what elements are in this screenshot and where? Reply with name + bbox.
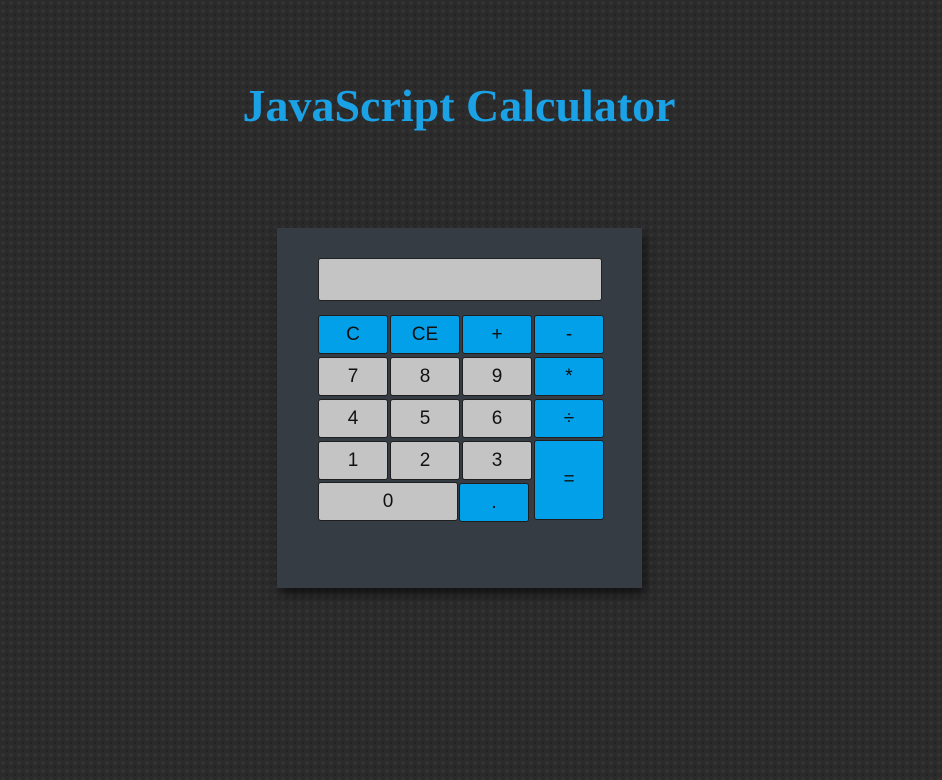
clear-button[interactable]: C	[318, 315, 388, 354]
digit-8-button[interactable]: 8	[390, 357, 460, 396]
calculator: C CE + - 7 8 9 * 4 5 6 ÷ 1 2 3 = 0 .	[277, 228, 642, 588]
plus-button[interactable]: +	[462, 315, 532, 354]
minus-button[interactable]: -	[534, 315, 604, 354]
divide-button[interactable]: ÷	[534, 399, 604, 438]
digit-3-button[interactable]: 3	[462, 441, 532, 480]
digit-4-button[interactable]: 4	[318, 399, 388, 438]
digit-9-button[interactable]: 9	[462, 357, 532, 396]
calculator-display[interactable]	[318, 258, 602, 301]
page-title: JavaScript Calculator	[242, 80, 676, 131]
clear-entry-button[interactable]: CE	[390, 315, 460, 354]
digit-6-button[interactable]: 6	[462, 399, 532, 438]
digit-0-button[interactable]: 0	[318, 482, 458, 521]
multiply-button[interactable]: *	[534, 357, 604, 396]
equals-button[interactable]: =	[534, 440, 604, 520]
digit-2-button[interactable]: 2	[390, 441, 460, 480]
decimal-button[interactable]: .	[459, 483, 529, 522]
digit-5-button[interactable]: 5	[390, 399, 460, 438]
digit-1-button[interactable]: 1	[318, 441, 388, 480]
digit-7-button[interactable]: 7	[318, 357, 388, 396]
